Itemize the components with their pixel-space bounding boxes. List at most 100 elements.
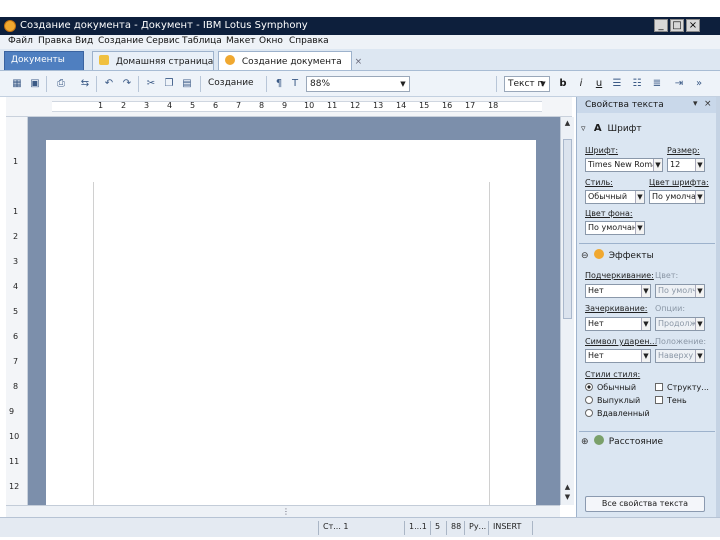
- toolbar-separator: [496, 76, 497, 92]
- menu-edit[interactable]: Правка: [38, 36, 72, 46]
- zoom-select[interactable]: 88% ▼: [306, 76, 410, 92]
- tab-create-document[interactable]: Создание документа ×: [218, 51, 362, 70]
- spacing-section-header[interactable]: ⊕ Расстояние: [581, 435, 663, 447]
- scrollbar-grip-icon[interactable]: ⋮: [282, 507, 290, 516]
- menu-layout[interactable]: Макет: [226, 36, 256, 46]
- radio-normal-label: Обычный: [597, 383, 637, 392]
- export-icon[interactable]: ⇆: [78, 77, 92, 91]
- status-insert-mode[interactable]: INSERT: [488, 521, 532, 535]
- more-icon[interactable]: »: [692, 77, 706, 91]
- text-frame-icon[interactable]: T: [288, 77, 302, 91]
- radio-normal[interactable]: Обычный: [585, 383, 636, 392]
- ruler-number: 5: [190, 101, 196, 110]
- shadow-checkbox[interactable]: Тень: [655, 396, 687, 405]
- undo-icon[interactable]: ↶: [102, 77, 116, 91]
- new-icon[interactable]: ▦: [10, 77, 24, 91]
- status-words: 5: [430, 521, 446, 535]
- vertical-ruler[interactable]: 1 1 2 3 4 5 6 7 8 9 10 11 12: [6, 117, 28, 505]
- paragraph-marks-icon[interactable]: ¶: [272, 77, 286, 91]
- checkbox-box: [655, 396, 663, 404]
- font-color-select[interactable]: По умолча ▼: [649, 190, 705, 204]
- collapse-icon: ▿: [581, 124, 586, 134]
- scroll-up-icon[interactable]: ▲: [562, 119, 573, 129]
- document-tab-bar: Документы Домашняя страница × Создание д…: [0, 49, 720, 71]
- toolbar-separator: [200, 76, 201, 92]
- chevron-down-icon: ▼: [400, 80, 406, 88]
- paste-icon[interactable]: ▤: [180, 77, 194, 91]
- radio-raised[interactable]: Выпуклый: [585, 396, 640, 405]
- bold-button[interactable]: b: [556, 77, 570, 91]
- ruler-number: 6: [13, 332, 19, 341]
- strikethrough-options-select[interactable]: Продолж ▼: [655, 317, 705, 331]
- create-dropdown[interactable]: Создание: [205, 76, 263, 92]
- menu-window[interactable]: Окно: [259, 36, 283, 46]
- strikethrough-label: Зачеркивание:: [585, 304, 648, 313]
- indent-icon[interactable]: ⇥: [672, 77, 686, 91]
- underline-color-select[interactable]: По умолча ▼: [655, 284, 705, 298]
- outline-checkbox[interactable]: Структу...: [655, 383, 709, 392]
- cut-icon[interactable]: ✂: [144, 77, 158, 91]
- menu-table[interactable]: Таблица: [182, 36, 222, 46]
- panel-close-icon[interactable]: ×: [704, 99, 712, 109]
- menu-tools[interactable]: Сервис: [146, 36, 180, 46]
- page-down-icon[interactable]: ▼: [562, 493, 573, 503]
- align-left-icon[interactable]: ☰: [610, 77, 624, 91]
- underline-button[interactable]: u: [592, 77, 606, 91]
- font-size-value: 12: [670, 160, 681, 169]
- all-text-properties-button[interactable]: Все свойства текста: [585, 496, 705, 512]
- ruler-number: 16: [442, 101, 453, 110]
- menu-file[interactable]: Файл: [8, 36, 33, 46]
- paragraph-style-select[interactable]: Текст п ▼: [504, 76, 550, 92]
- font-style-select[interactable]: Обычный ▼: [585, 190, 645, 204]
- copy-icon[interactable]: ❐: [162, 77, 176, 91]
- page-up-icon[interactable]: ▲: [562, 483, 573, 493]
- status-sections: 1...1: [404, 521, 430, 535]
- chevron-down-icon: ▼: [641, 285, 650, 297]
- zoom-value: 88%: [310, 79, 331, 89]
- close-button[interactable]: ×: [686, 19, 700, 32]
- radio-engraved[interactable]: Вдавленный: [585, 409, 650, 418]
- font-name-select[interactable]: Times New Roma ▼: [585, 158, 663, 172]
- strikethrough-select[interactable]: Нет ▼: [585, 317, 651, 331]
- maximize-button[interactable]: □: [670, 19, 684, 32]
- save-icon[interactable]: ▣: [28, 77, 42, 91]
- horizontal-ruler[interactable]: 1 2 3 4 5 6 7 8 9 10 11 12 13 14 15 16 1…: [6, 97, 572, 117]
- menu-bar: Файл Правка Вид Создание Сервис Таблица …: [0, 35, 720, 49]
- toolbar-separator: [96, 76, 97, 92]
- radio-dot: [585, 396, 593, 404]
- italic-button[interactable]: i: [574, 77, 588, 91]
- radio-raised-label: Выпуклый: [597, 396, 641, 405]
- ruler-number: 18: [488, 101, 499, 110]
- font-size-select[interactable]: 12 ▼: [667, 158, 705, 172]
- underline-select[interactable]: Нет ▼: [585, 284, 651, 298]
- font-section-header[interactable]: ▿ A Шрифт: [581, 123, 642, 134]
- ruler-number: 12: [350, 101, 361, 110]
- menu-create[interactable]: Создание: [98, 36, 144, 46]
- document-icon: [225, 55, 235, 65]
- document-page[interactable]: [46, 140, 536, 505]
- tab-home[interactable]: Домашняя страница ×: [92, 51, 234, 70]
- tab-create-close-icon[interactable]: ×: [355, 57, 363, 67]
- emphasis-position-value: Наверху: [658, 351, 694, 360]
- numbering-icon[interactable]: ≣: [650, 77, 664, 91]
- chevron-down-icon: ▼: [641, 318, 650, 330]
- emphasis-position-select[interactable]: Наверху ▼: [655, 349, 705, 363]
- horizontal-scrollbar[interactable]: ⋮: [6, 505, 560, 517]
- bullets-icon[interactable]: ☷: [630, 77, 644, 91]
- redo-icon[interactable]: ↷: [120, 77, 134, 91]
- background-color-select[interactable]: По умолчан ▼: [585, 221, 645, 235]
- tab-documents[interactable]: Документы: [4, 51, 84, 70]
- scrollbar-thumb[interactable]: [563, 139, 572, 319]
- ruler-number: 4: [13, 282, 19, 291]
- vertical-scrollbar[interactable]: ▲ ▲ ▼: [560, 117, 574, 505]
- menu-help[interactable]: Справка: [289, 36, 329, 46]
- emphasis-select[interactable]: Нет ▼: [585, 349, 651, 363]
- panel-menu-icon[interactable]: ▾: [693, 99, 698, 109]
- chevron-down-icon: ▼: [641, 350, 650, 362]
- chevron-down-icon: ▼: [695, 191, 704, 203]
- minimize-button[interactable]: _: [654, 19, 668, 32]
- effects-section-header[interactable]: ⊖ Эффекты: [581, 249, 654, 261]
- emphasis-value: Нет: [588, 351, 604, 360]
- print-icon[interactable]: ⎙: [54, 77, 68, 91]
- menu-view[interactable]: Вид: [75, 36, 93, 46]
